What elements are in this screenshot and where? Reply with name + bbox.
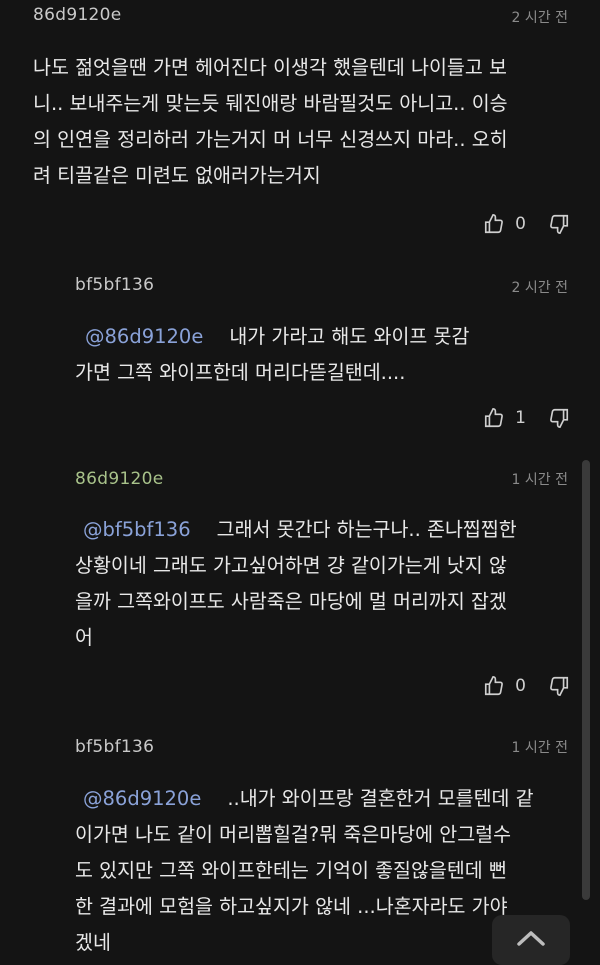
comment-actions: 0 (483, 675, 570, 697)
like-count: 0 (515, 676, 526, 696)
comment-line: 어 (75, 626, 93, 649)
comment-line: 을까 그쪽와이프도 사람죽은 마당에 멀 머리까지 잡겠 (75, 590, 507, 613)
mention-link[interactable]: @86d9120e (83, 787, 201, 810)
thumbs-down-icon[interactable] (548, 213, 570, 235)
comment-author[interactable]: bf5bf136 (75, 275, 154, 295)
scroll-to-top-button[interactable] (492, 915, 570, 965)
scrollbar[interactable] (582, 460, 590, 900)
comment-line: 니.. 보내주는게 맞는듯 뒈진애랑 바람필것도 아니고.. 이승 (33, 92, 508, 115)
comment-actions: 1 (483, 407, 570, 429)
thumbs-up-icon[interactable] (483, 675, 505, 697)
comment-time: 1 시간 전 (511, 740, 568, 756)
comment-line: ..내가 와이프랑 결혼한거 모를텐데 같 (227, 787, 534, 810)
comment-author[interactable]: 86d9120e (33, 5, 122, 25)
comment-actions: 0 (483, 213, 570, 235)
thumbs-down-icon[interactable] (548, 675, 570, 697)
mention-link[interactable]: @bf5bf136 (83, 518, 191, 541)
comment-body: @86d9120e 내가 가라고 해도 와이프 못감 가면 그쪽 와이프한데 머리… (75, 319, 575, 391)
thumbs-up-icon[interactable] (483, 213, 505, 235)
comment-time: 1 시간 전 (511, 472, 568, 488)
comment-author[interactable]: 86d9120e (75, 469, 164, 489)
comment-line: 이가면 나도 같이 머리뽑힐걸?뭐 죽은마당에 안그럴수 (75, 823, 512, 846)
comment-line: 그래서 못간다 하는구나.. 존나찝찝한 (216, 518, 517, 541)
comment-line: 의 인연을 정리하러 가는거지 머 너무 신경쓰지 마라.. 오히 (33, 128, 508, 151)
comment-line: 내가 가라고 해도 와이프 못감 (229, 325, 470, 348)
chevron-up-icon (515, 928, 547, 952)
like-count: 1 (515, 408, 526, 428)
comment-time: 2 시간 전 (511, 10, 568, 26)
comment-line: 가면 그쪽 와이프한데 머리다뜯길탠데.... (75, 361, 406, 384)
comment-body: @bf5bf136 그래서 못간다 하는구나.. 존나찝찝한 상황이네 그래도 가… (75, 512, 575, 656)
thumbs-down-icon[interactable] (548, 407, 570, 429)
like-count: 0 (515, 214, 526, 234)
comment-line: 상황이네 그래도 가고싶어하면 걍 같이가는게 낫지 않 (75, 554, 507, 577)
mention-link[interactable]: @86d9120e (85, 325, 203, 348)
comment-line: 도 있지만 그쪽 와이프한테는 기억이 좋질않을텐데 뻔 (75, 859, 507, 882)
comment-time: 2 시간 전 (511, 280, 568, 296)
comment-line: 나도 젊엇을땐 가면 헤어진다 이생각 했을텐데 나이들고 보 (33, 56, 507, 79)
comment-body: 나도 젊엇을땐 가면 헤어진다 이생각 했을텐데 나이들고 보 니.. 보내주는… (33, 50, 578, 194)
comment-author[interactable]: bf5bf136 (75, 737, 154, 757)
thumbs-up-icon[interactable] (483, 407, 505, 429)
comment-line: 려 티끌같은 미련도 없애러가는거지 (33, 164, 321, 187)
